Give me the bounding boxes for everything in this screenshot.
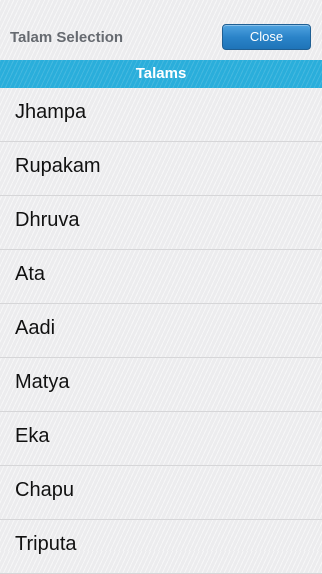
list-item-label: Jhampa [15, 101, 87, 123]
list-item-chapu[interactable]: Chapu [0, 466, 322, 520]
list-item-label: Rupakam [15, 155, 101, 177]
list-item-label: Eka [15, 425, 50, 447]
list-item-label: Aadi [15, 317, 56, 339]
navigation-bar: Talam Selection Close [0, 0, 322, 60]
list-item-ata[interactable]: Ata [0, 250, 322, 304]
list-item-matya[interactable]: Matya [0, 358, 322, 412]
page-title: Talam Selection [10, 29, 124, 46]
list-item-rupakam[interactable]: Rupakam [0, 142, 322, 196]
list-item-label: Dhruva [15, 209, 80, 231]
list-item-label: Triputa [15, 533, 77, 555]
list-item-label: Chapu [15, 479, 74, 501]
list-item-jhampa[interactable]: Jhampa [0, 88, 322, 142]
list-item-triputa[interactable]: Triputa [0, 520, 322, 574]
list-item-eka[interactable]: Eka [0, 412, 322, 466]
list-item-label: Ata [15, 263, 46, 285]
close-button[interactable]: Close [222, 24, 311, 50]
list-item-dhruva[interactable]: Dhruva [0, 196, 322, 250]
talam-list: Jhampa Rupakam Dhruva Ata Aadi Matya Eka… [0, 88, 322, 574]
list-item-label: Matya [15, 371, 70, 393]
list-item-aadi[interactable]: Aadi [0, 304, 322, 358]
section-header-talams: Talams [0, 60, 322, 88]
